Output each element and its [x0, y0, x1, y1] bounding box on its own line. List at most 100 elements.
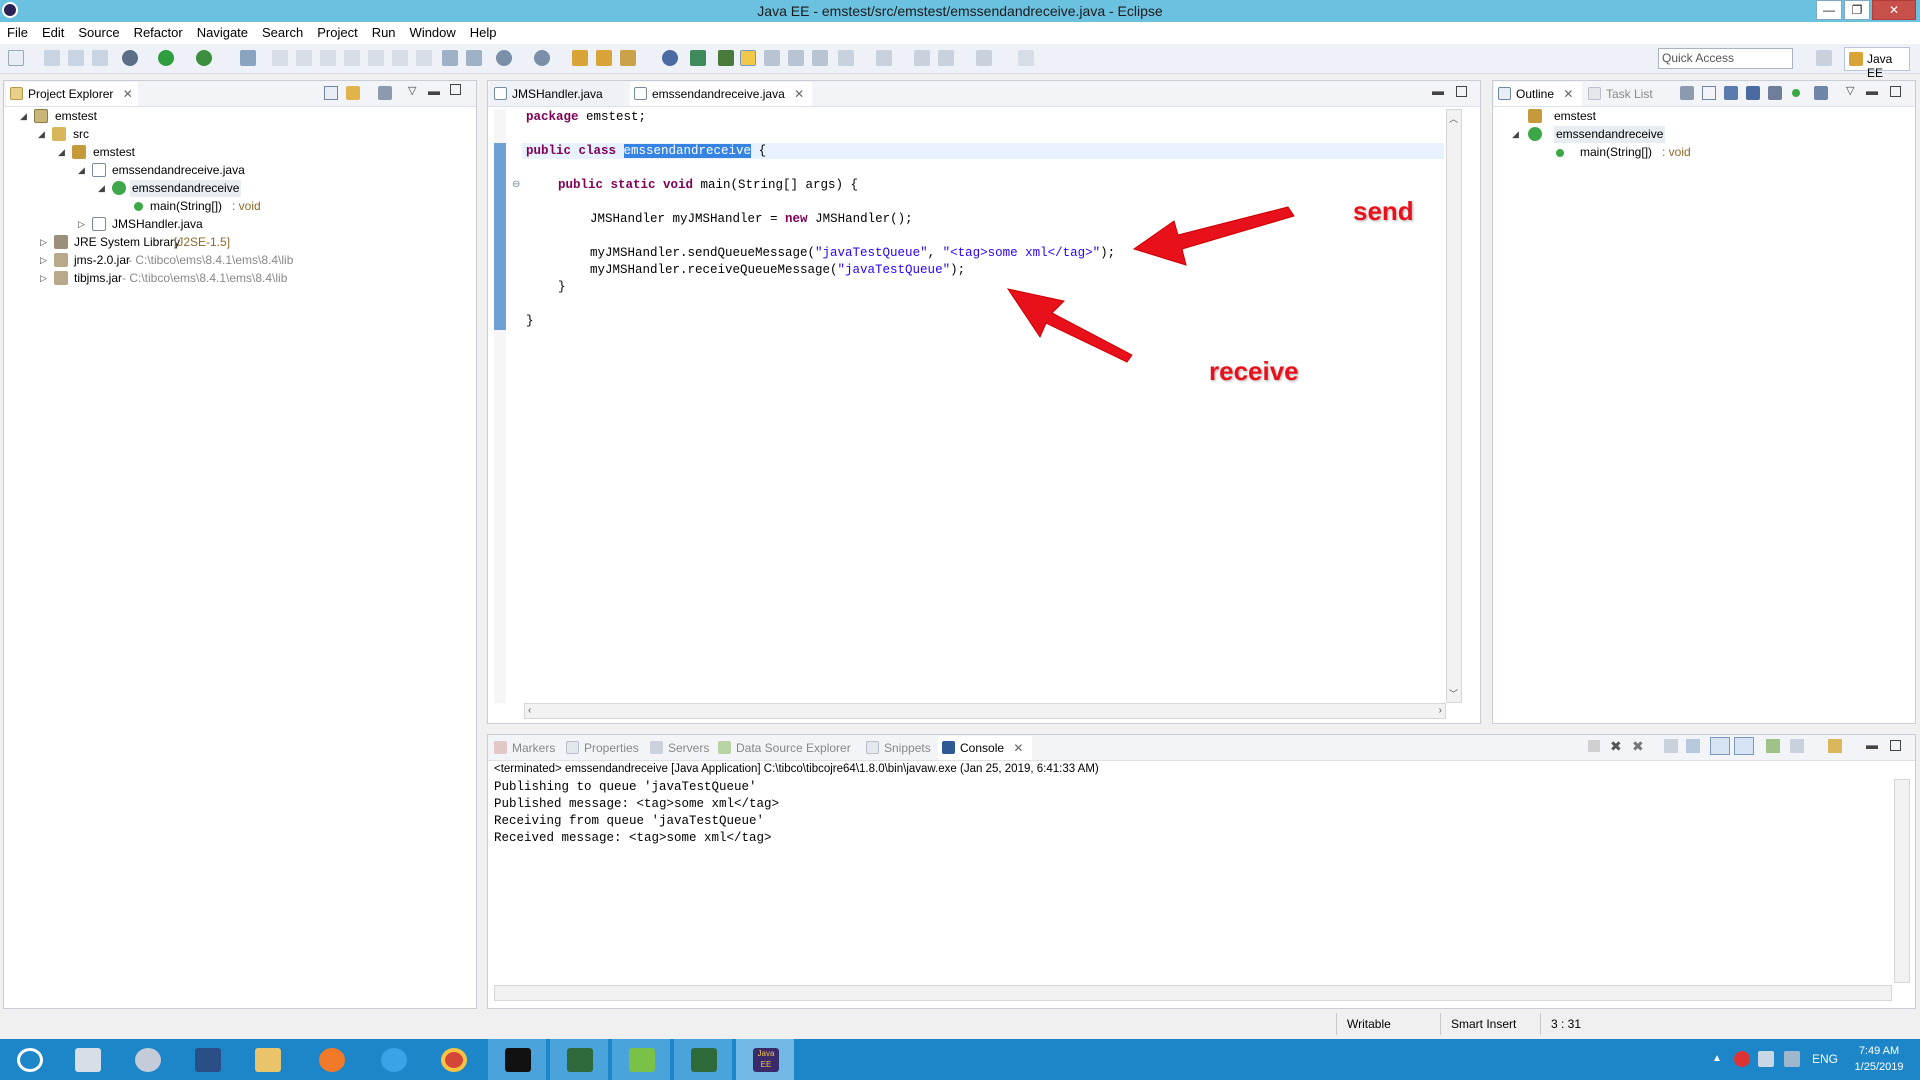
print-icon[interactable]: [92, 50, 108, 66]
link-editor-icon[interactable]: [346, 86, 360, 100]
forward-icon[interactable]: [976, 50, 992, 66]
hide-fields-icon[interactable]: [1746, 86, 1760, 100]
last-edit-icon[interactable]: [914, 50, 930, 66]
remove-all-icon[interactable]: ✖: [1632, 738, 1644, 755]
taskbar-app-window-2[interactable]: [674, 1039, 732, 1080]
close-tab-icon[interactable]: ✕: [794, 87, 804, 101]
maximize-view-icon[interactable]: [450, 84, 461, 95]
pin-icon[interactable]: [1018, 50, 1034, 66]
save-all-icon[interactable]: [68, 50, 84, 66]
toggle-ant-icon[interactable]: [690, 50, 706, 66]
skip-breakpoints-icon[interactable]: [240, 50, 256, 66]
close-tab-icon[interactable]: ✕: [1563, 87, 1573, 101]
tab-servers[interactable]: Servers: [646, 736, 712, 760]
sort-icon[interactable]: [1724, 86, 1738, 100]
menu-project[interactable]: Project: [310, 22, 364, 40]
show-stderr-icon[interactable]: [1734, 737, 1754, 755]
clock[interactable]: 7:49 AM 1/25/2019: [1846, 1043, 1912, 1075]
menu-search[interactable]: Search: [255, 22, 310, 40]
pilcrow-icon[interactable]: [812, 50, 828, 66]
minimize-button[interactable]: —: [1816, 0, 1842, 20]
terminate-icon[interactable]: [1588, 740, 1600, 752]
menu-navigate[interactable]: Navigate: [190, 22, 255, 40]
open-type-icon[interactable]: [572, 50, 588, 66]
remove-launch-icon[interactable]: ✖: [1610, 738, 1622, 755]
tab-outline[interactable]: Outline ✕: [1494, 82, 1582, 106]
taskbar-notepad[interactable]: [612, 1039, 670, 1080]
show-hidden-icons[interactable]: ▲: [1712, 1053, 1722, 1064]
close-button[interactable]: ✕: [1872, 0, 1916, 20]
block-selection-icon[interactable]: [764, 50, 780, 66]
minimize-view-icon[interactable]: ▬: [428, 84, 440, 98]
taskbar-control-panel[interactable]: [118, 1039, 176, 1080]
menu-edit[interactable]: Edit: [35, 22, 71, 40]
action-center-icon[interactable]: [1784, 1051, 1800, 1067]
taskbar-powershell[interactable]: [178, 1039, 236, 1080]
save-icon[interactable]: [44, 50, 60, 66]
previous-annotation-icon[interactable]: [876, 50, 892, 66]
maximize-view-icon[interactable]: [1890, 740, 1901, 751]
tab-console[interactable]: Console ✕: [938, 736, 1032, 760]
network-status-icon[interactable]: [1734, 1051, 1750, 1067]
run-icon[interactable]: [158, 50, 174, 66]
console-output[interactable]: Publishing to queue 'javaTestQueue' Publ…: [494, 779, 1892, 983]
view-menu-icon[interactable]: ▽: [1846, 84, 1854, 97]
hide-static-icon[interactable]: [1768, 86, 1782, 100]
display-console-icon[interactable]: [1790, 739, 1804, 753]
scroll-left-icon[interactable]: ‹: [528, 705, 531, 716]
volume-icon[interactable]: [1758, 1051, 1774, 1067]
taskbar-command-prompt[interactable]: [488, 1039, 546, 1080]
scroll-up-icon[interactable]: ︿: [1449, 112, 1458, 125]
open-perspective-icon[interactable]: [1816, 50, 1832, 66]
fold-icon[interactable]: ⊖: [512, 179, 524, 191]
open-console-icon[interactable]: [1828, 739, 1842, 753]
menu-window[interactable]: Window: [403, 22, 463, 40]
tab-task-list[interactable]: Task List: [1584, 82, 1664, 106]
tab-data-source-explorer[interactable]: Data Source Explorer: [714, 736, 860, 760]
taskbar-chrome[interactable]: [424, 1039, 482, 1080]
suspend-icon[interactable]: [296, 50, 312, 66]
disconnect-icon[interactable]: [344, 50, 360, 66]
tab-project-explorer[interactable]: Project Explorer ✕: [6, 82, 138, 106]
view-filter-icon[interactable]: [378, 86, 392, 100]
pin-console-icon[interactable]: [1766, 739, 1780, 753]
use-step-filters-icon[interactable]: [466, 50, 482, 66]
editor-horizontal-scrollbar[interactable]: ‹ ›: [524, 703, 1446, 719]
new-icon[interactable]: [8, 50, 24, 66]
tab-properties[interactable]: Properties: [562, 736, 644, 760]
maximize-button[interactable]: ❐: [1844, 0, 1870, 20]
taskbar-file-explorer[interactable]: [238, 1039, 296, 1080]
menu-source[interactable]: Source: [71, 22, 126, 40]
show-whitespace-icon[interactable]: [788, 50, 804, 66]
start-button[interactable]: [0, 1039, 58, 1080]
tab-jmshandler[interactable]: JMSHandler.java: [490, 82, 624, 106]
language-indicator[interactable]: ENG: [1812, 1052, 1838, 1066]
open-task-icon[interactable]: [596, 50, 612, 66]
taskbar-server-manager[interactable]: [58, 1039, 116, 1080]
external-tools-icon[interactable]: [196, 50, 212, 66]
show-stdout-icon[interactable]: [1710, 737, 1730, 755]
menu-help[interactable]: Help: [463, 22, 504, 40]
tab-snippets[interactable]: Snippets: [862, 736, 936, 760]
menu-run[interactable]: Run: [365, 22, 403, 40]
terminate-icon[interactable]: [320, 50, 336, 66]
minimize-view-icon[interactable]: ▬: [1866, 738, 1878, 752]
step-return-icon[interactable]: [416, 50, 432, 66]
minimize-editor-icon[interactable]: ▬: [1432, 84, 1444, 98]
debug-icon[interactable]: [122, 50, 138, 66]
back-icon[interactable]: [938, 50, 954, 66]
console-vertical-scrollbar[interactable]: [1894, 779, 1910, 983]
console-horizontal-scrollbar[interactable]: [494, 985, 1892, 1001]
menu-file[interactable]: File: [0, 22, 35, 40]
scroll-lock-icon[interactable]: [1686, 739, 1700, 753]
tab-emssendandreceive[interactable]: emssendandreceive.java ✕: [630, 82, 812, 106]
menu-refactor[interactable]: Refactor: [127, 22, 190, 40]
maximize-editor-icon[interactable]: [1456, 86, 1467, 97]
taskbar-eclipse[interactable]: Java EE IDE: [736, 1039, 794, 1080]
collapse-all-icon[interactable]: [324, 86, 338, 100]
step-over-icon[interactable]: [392, 50, 408, 66]
focus-icon[interactable]: [1680, 86, 1694, 100]
close-tab-icon[interactable]: ✕: [1013, 741, 1023, 755]
perspective-java-ee-button[interactable]: Java EE: [1844, 47, 1910, 80]
clear-console-icon[interactable]: [1664, 739, 1678, 753]
